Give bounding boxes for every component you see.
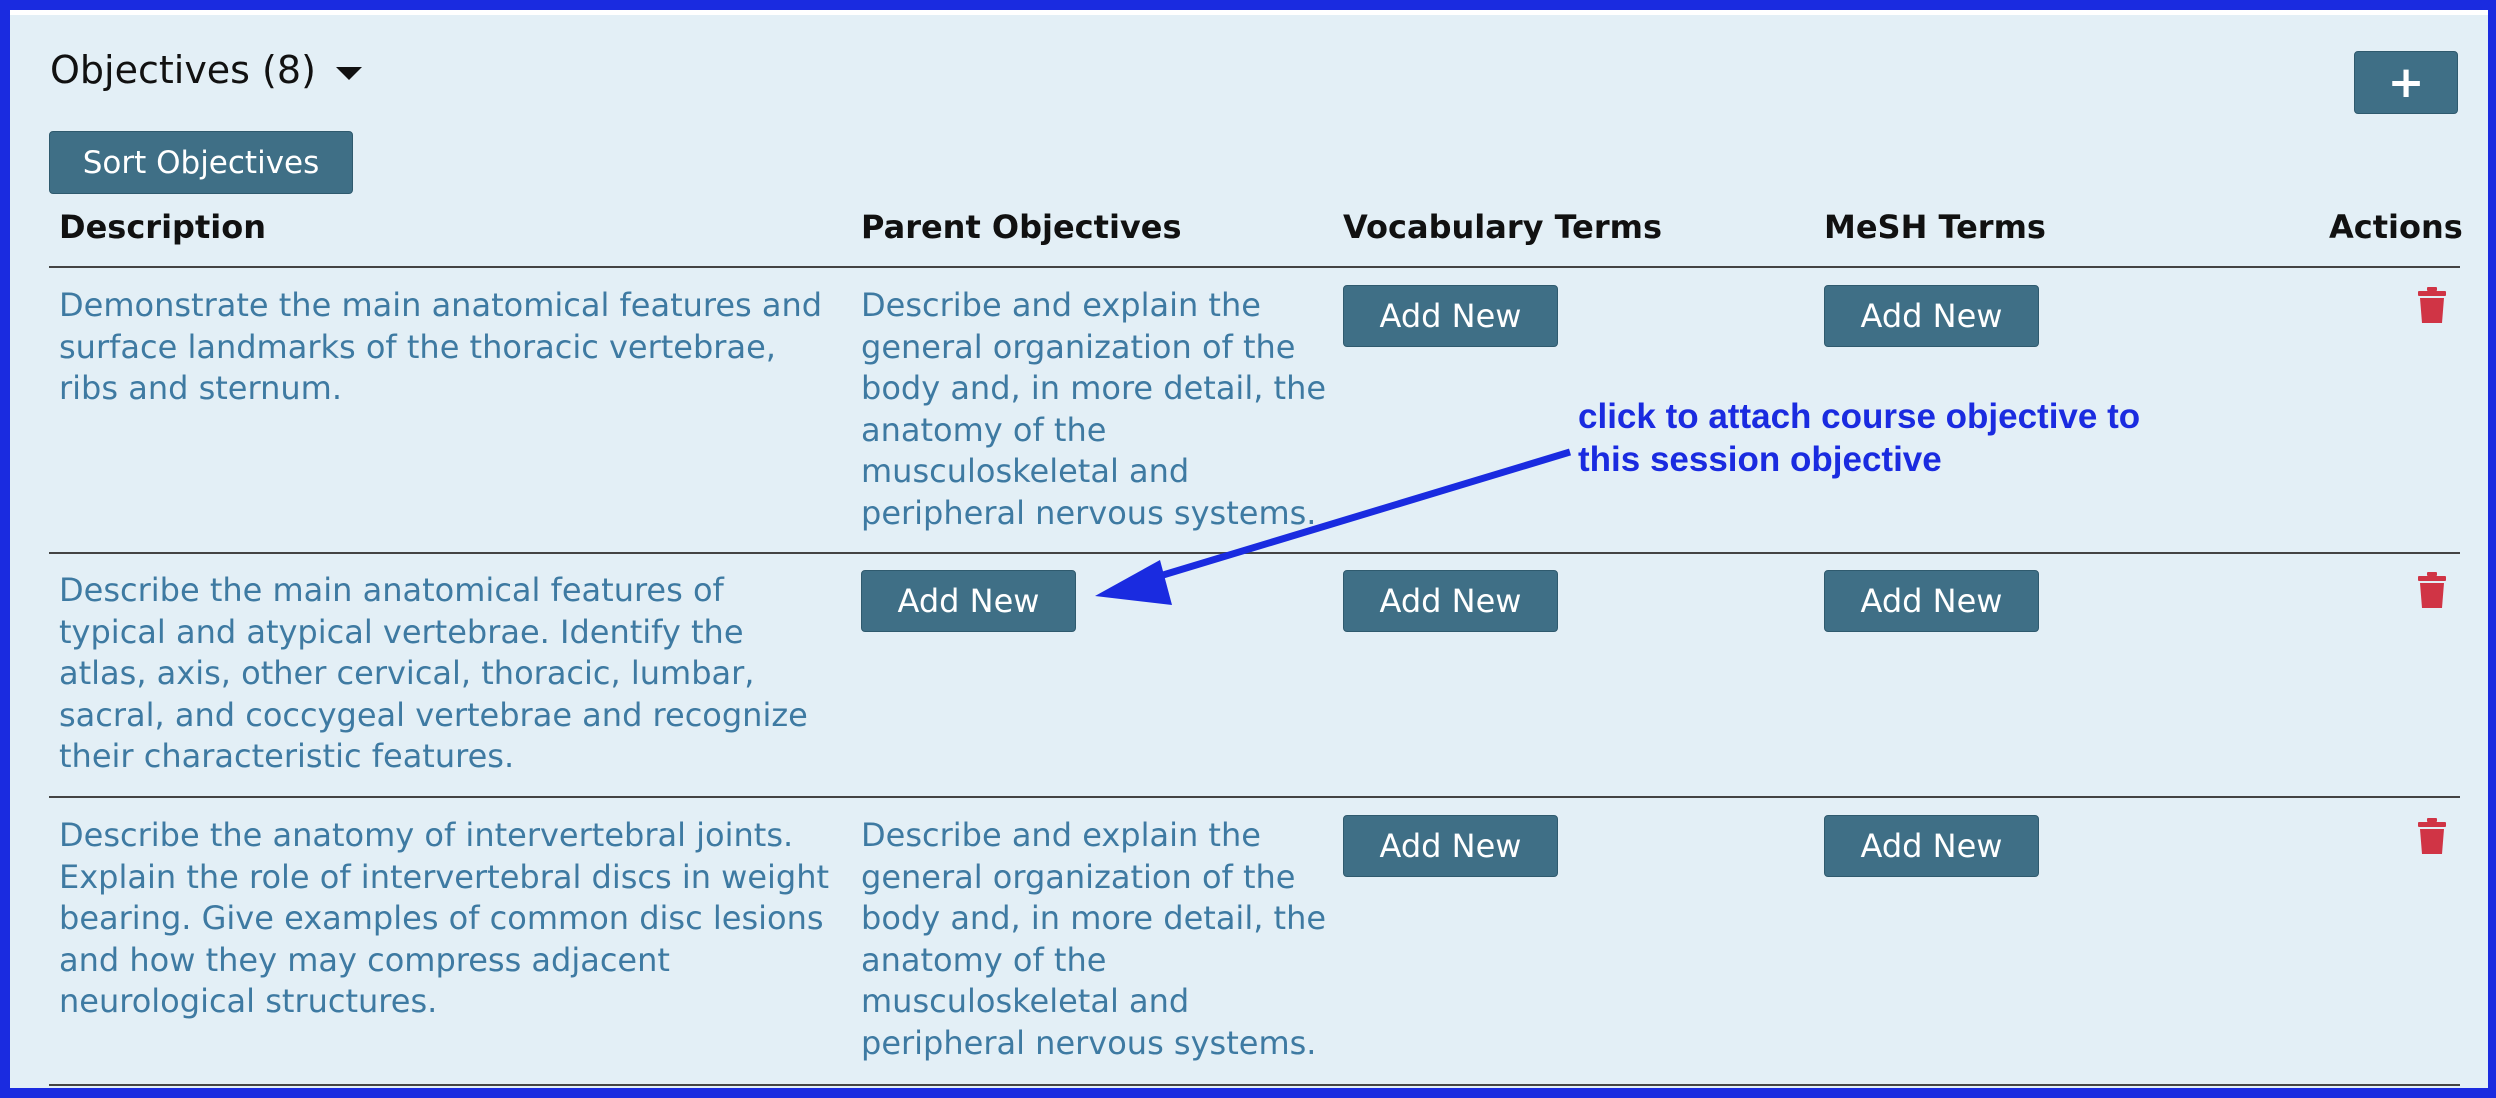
sort-objectives-button[interactable]: Sort Objectives bbox=[49, 131, 353, 194]
row-divider bbox=[49, 552, 2460, 554]
add-objective-button[interactable]: + bbox=[2354, 51, 2458, 114]
row-divider bbox=[49, 796, 2460, 798]
row-divider bbox=[49, 1084, 2460, 1086]
parent-objective[interactable]: Describe and explain the general organiz… bbox=[861, 815, 1331, 1064]
parent-objective[interactable]: Describe and explain the general organiz… bbox=[861, 285, 1331, 534]
add-vocabulary-term-button[interactable]: Add New bbox=[1343, 285, 1558, 347]
column-header-parent-objectives: Parent Objectives bbox=[861, 208, 1182, 246]
add-vocabulary-term-button[interactable]: Add New bbox=[1343, 815, 1558, 877]
annotation-line: click to attach course objective to bbox=[1578, 397, 2141, 436]
add-parent-objective-button[interactable]: Add New bbox=[861, 570, 1076, 632]
column-header-description: Description bbox=[59, 208, 266, 246]
objectives-toggle[interactable]: Objectives (8) bbox=[50, 48, 362, 92]
caret-down-icon bbox=[335, 66, 362, 80]
annotation-line: this session objective bbox=[1578, 440, 1942, 479]
header-divider bbox=[49, 266, 2460, 268]
column-header-vocabulary-terms: Vocabulary Terms bbox=[1343, 208, 1663, 246]
column-header-actions: Actions bbox=[2329, 208, 2463, 246]
trash-icon[interactable] bbox=[2417, 818, 2447, 854]
objective-description[interactable]: Demonstrate the main anatomical features… bbox=[59, 285, 839, 410]
column-header-mesh-terms: MeSH Terms bbox=[1824, 208, 2046, 246]
objective-description[interactable]: Describe the anatomy of intervertebral j… bbox=[59, 815, 839, 1023]
trash-icon[interactable] bbox=[2417, 572, 2447, 608]
add-mesh-term-button[interactable]: Add New bbox=[1824, 815, 2039, 877]
section-title: Objectives (8) bbox=[50, 48, 316, 92]
trash-icon[interactable] bbox=[2417, 287, 2447, 323]
annotation-callout: click to attach course objective to this… bbox=[1578, 395, 2140, 481]
objective-description[interactable]: Describe the main anatomical features of… bbox=[59, 570, 839, 778]
panel-top-edge bbox=[10, 10, 2488, 15]
add-mesh-term-button[interactable]: Add New bbox=[1824, 285, 2039, 347]
add-mesh-term-button[interactable]: Add New bbox=[1824, 570, 2039, 632]
add-vocabulary-term-button[interactable]: Add New bbox=[1343, 570, 1558, 632]
